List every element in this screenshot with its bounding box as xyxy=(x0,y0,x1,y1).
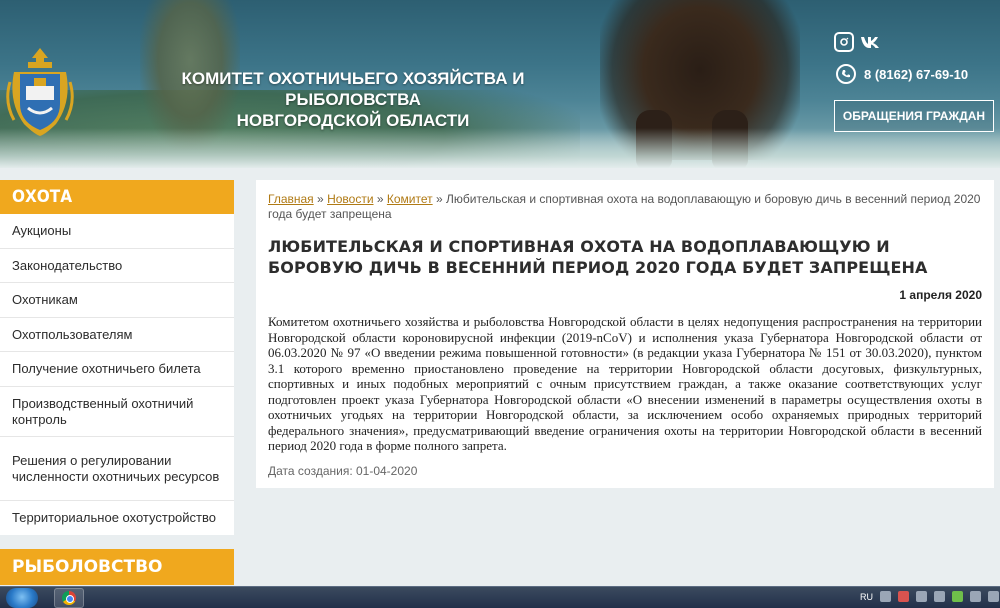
sidebar-menu: Аукционы Законодательство Охотникам Охот… xyxy=(0,214,234,535)
social-links xyxy=(834,32,880,52)
instagram-icon[interactable] xyxy=(834,32,854,52)
vk-icon[interactable] xyxy=(860,32,880,52)
sidebar: ОХОТА Аукционы Законодательство Охотника… xyxy=(0,180,234,535)
header-grass xyxy=(0,128,1000,168)
taskbar-chrome-app[interactable] xyxy=(54,588,84,608)
breadcrumb: Главная » Новости » Комитет » Любительск… xyxy=(268,192,982,222)
breadcrumb-home-link[interactable]: Главная xyxy=(268,192,314,206)
breadcrumb-news-link[interactable]: Новости xyxy=(327,192,373,206)
sidebar-item-legislation[interactable]: Законодательство xyxy=(0,249,234,283)
sidebar-section-fishing[interactable]: РЫБОЛОВСТВО xyxy=(0,549,234,585)
tray-volume-icon[interactable] xyxy=(988,591,999,602)
article-created-date: Дата создания: 01-04-2020 xyxy=(268,463,418,478)
sidebar-item-territorial-management[interactable]: Территориальное охотустройство xyxy=(0,501,234,535)
breadcrumb-separator: » xyxy=(317,192,324,206)
sidebar-item-hunting-license[interactable]: Получение охотничьего билета xyxy=(0,352,234,387)
breadcrumb-current: Любительская и спортивная охота на водоп… xyxy=(268,192,981,221)
tray-app-icon[interactable] xyxy=(916,591,927,602)
phone-number: 8 (8162) 67-69-10 xyxy=(864,66,969,82)
site-title[interactable]: КОМИТЕТ ОХОТНИЧЬЕГО ХОЗЯЙСТВА И РЫБОЛОВС… xyxy=(118,68,588,131)
article-body: Комитетом охотничьего хозяйства и рыболо… xyxy=(268,314,982,453)
tray-app-icon[interactable] xyxy=(970,591,981,602)
tray-arrow-icon[interactable] xyxy=(880,591,891,602)
article-title: ЛЮБИТЕЛЬСКАЯ И СПОРТИВНАЯ ОХОТА НА ВОДОП… xyxy=(268,237,928,277)
sidebar-item-hunting-users[interactable]: Охотпользователям xyxy=(0,318,234,352)
citizen-appeals-button[interactable]: ОБРАЩЕНИЯ ГРАЖДАН xyxy=(834,100,994,132)
phone-icon xyxy=(836,64,856,84)
site-title-line1: КОМИТЕТ ОХОТНИЧЬЕГО ХОЗЯЙСТВА И РЫБОЛОВС… xyxy=(181,69,525,109)
article-panel: Главная » Новости » Комитет » Любительск… xyxy=(256,180,994,488)
sidebar-section-hunting[interactable]: ОХОТА xyxy=(0,180,234,214)
tray-app-icon[interactable] xyxy=(898,591,909,602)
sidebar-item-population-regulation[interactable]: Решения о регулировании численности охот… xyxy=(0,437,234,501)
breadcrumb-committee-link[interactable]: Комитет xyxy=(387,192,433,206)
site-title-line2: НОВГОРОДСКОЙ ОБЛАСТИ xyxy=(236,111,470,130)
article-date: 1 апреля 2020 xyxy=(899,288,982,302)
site-header: КОМИТЕТ ОХОТНИЧЬЕГО ХОЗЯЙСТВА И РЫБОЛОВС… xyxy=(0,0,1000,168)
os-taskbar: RU xyxy=(0,586,1000,608)
tray-app-icon[interactable] xyxy=(934,591,945,602)
sidebar-item-auctions[interactable]: Аукционы xyxy=(0,214,234,249)
coat-of-arms-logo[interactable] xyxy=(4,42,76,138)
breadcrumb-separator: » xyxy=(376,192,384,206)
chrome-icon xyxy=(62,591,76,605)
language-indicator[interactable]: RU xyxy=(860,592,873,602)
phone-contact[interactable]: 8 (8162) 67-69-10 xyxy=(836,64,968,84)
sidebar-item-hunters[interactable]: Охотникам xyxy=(0,283,234,318)
system-tray: RU xyxy=(860,591,1000,602)
tray-network-icon[interactable] xyxy=(952,591,963,602)
breadcrumb-separator: » xyxy=(435,192,443,206)
sidebar-item-production-control[interactable]: Производственный охотничий контроль xyxy=(0,387,234,437)
start-button[interactable] xyxy=(6,588,38,608)
